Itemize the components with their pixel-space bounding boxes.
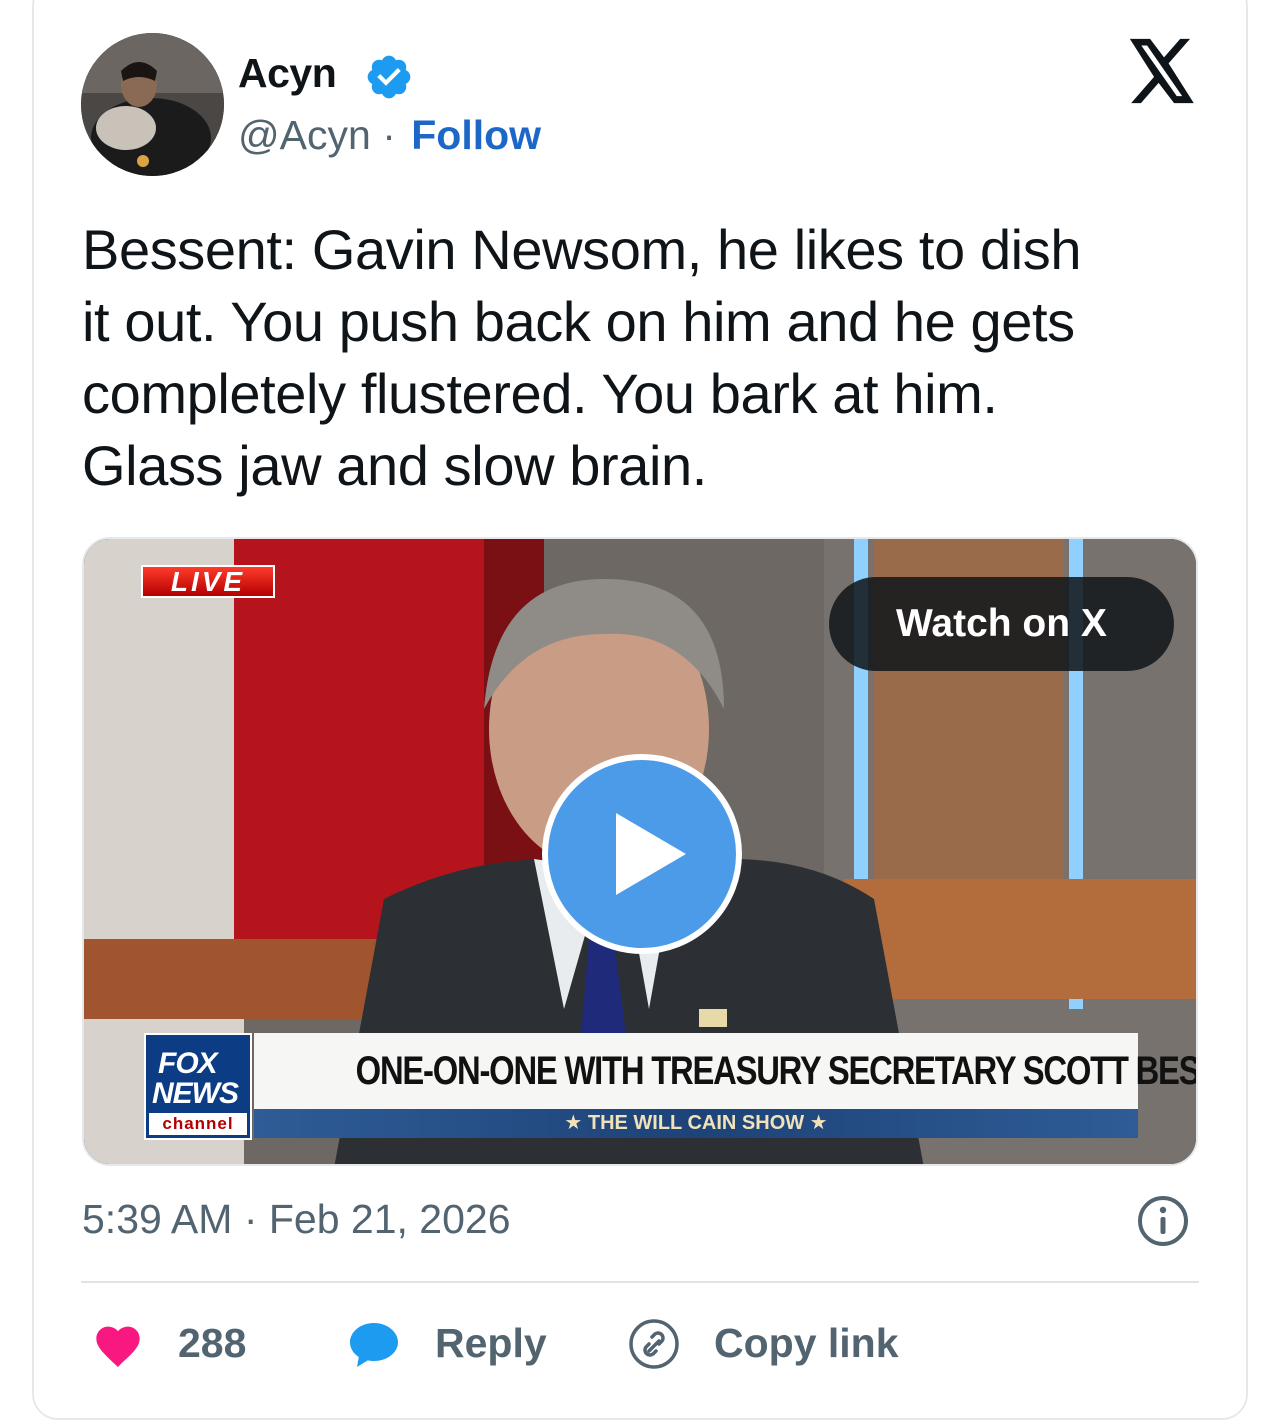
handle-separator: · <box>382 112 396 158</box>
watch-on-x-button[interactable]: Watch on X <box>829 577 1174 671</box>
info-icon[interactable] <box>1137 1195 1189 1247</box>
live-badge: LIVE <box>141 565 275 598</box>
reply-bubble-icon[interactable] <box>346 1318 402 1372</box>
show-name: ★ THE WILL CAIN SHOW ★ <box>254 1109 1138 1138</box>
heart-icon[interactable] <box>92 1320 144 1368</box>
news-headline: ONE-ON-ONE WITH TREASURY SECRETARY SCOTT… <box>254 1033 1196 1109</box>
tweet-text: Bessent: Gavin Newsom, he likes to dish … <box>82 218 1082 497</box>
x-logo-icon[interactable] <box>1127 38 1197 104</box>
video-player[interactable]: LIVE Watch on X FOX NEWS channel ONE-ON-… <box>82 537 1198 1166</box>
follow-button[interactable]: Follow <box>411 112 541 158</box>
author-avatar[interactable] <box>81 33 224 176</box>
author-handle[interactable]: @Acyn <box>238 112 371 158</box>
play-button[interactable] <box>542 754 742 954</box>
news-lower-third: FOX NEWS channel ONE-ON-ONE WITH TREASUR… <box>144 1033 1196 1140</box>
reply-button[interactable]: Reply <box>435 1320 547 1367</box>
verified-badge-icon <box>367 55 411 99</box>
author-handle-row: @Acyn · Follow <box>238 112 541 159</box>
tweet-timestamp[interactable]: 5:39 AM · Feb 21, 2026 <box>82 1196 511 1243</box>
fox-news-logo: FOX NEWS channel <box>144 1033 252 1140</box>
copy-link-button[interactable]: Copy link <box>714 1320 899 1367</box>
like-count[interactable]: 288 <box>178 1320 246 1367</box>
divider <box>81 1281 1199 1283</box>
tweet-actions: 288 Reply Copy link <box>0 1300 1280 1390</box>
author-name[interactable]: Acyn <box>238 50 337 97</box>
link-icon[interactable] <box>628 1318 680 1370</box>
play-icon <box>616 813 686 895</box>
